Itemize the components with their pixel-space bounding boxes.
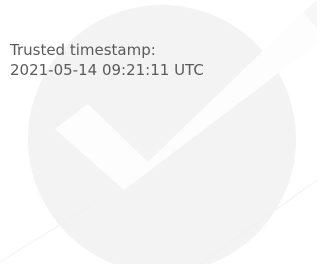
timestamp-value: 2021-05-14 09:21:11 UTC [10,61,204,79]
timestamp-panel: Trusted timestamp: 2021-05-14 09:21:11 U… [0,0,317,264]
timestamp-label: Trusted timestamp: [10,41,156,59]
timestamp-block: Trusted timestamp: 2021-05-14 09:21:11 U… [10,40,204,80]
